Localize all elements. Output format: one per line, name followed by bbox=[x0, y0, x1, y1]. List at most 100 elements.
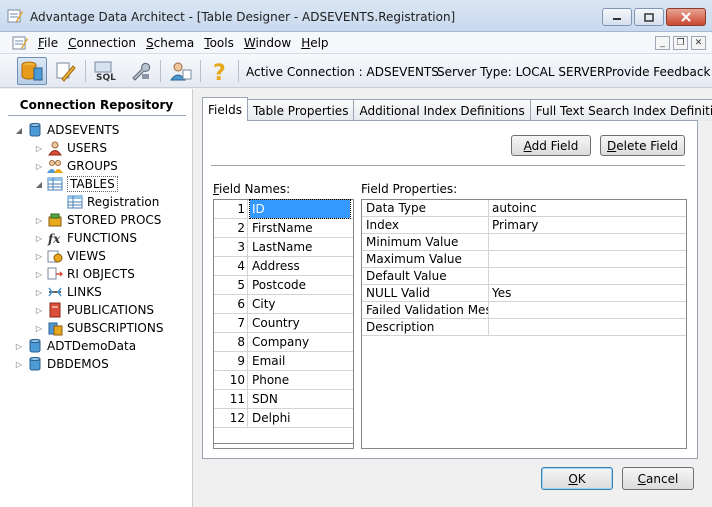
table-icon bbox=[47, 177, 63, 191]
tree-item[interactable]: ▷ LINKS bbox=[34, 283, 102, 301]
property-value[interactable] bbox=[490, 251, 686, 267]
field-name-cell[interactable]: Email bbox=[250, 352, 350, 370]
cancel-button[interactable]: Cancel bbox=[622, 467, 694, 490]
field-name-cell[interactable]: FirstName bbox=[250, 219, 350, 237]
field-name-row[interactable]: 12 Delphi bbox=[214, 409, 353, 428]
property-value[interactable] bbox=[490, 234, 686, 250]
field-name-cell[interactable]: ID bbox=[249, 199, 351, 219]
edit-button[interactable] bbox=[50, 57, 80, 85]
field-names-list[interactable]: 1 ID 2 FirstName 3 LastName 4 Address 5 Postcode 6… bbox=[213, 199, 354, 449]
tree-item[interactable]: ▷ VIEWS bbox=[34, 247, 106, 265]
add-field-button[interactable]: Add Field bbox=[511, 135, 591, 156]
collapsed-arrow-icon[interactable]: ▷ bbox=[34, 215, 44, 225]
tools-button[interactable] bbox=[125, 57, 155, 85]
tree-item[interactable]: ▷ DBDEMOS bbox=[14, 355, 109, 373]
tab-additional-index-definitions[interactable]: Additional Index Definitions bbox=[353, 99, 531, 121]
sql-button[interactable]: SQL bbox=[91, 57, 121, 85]
expanded-arrow-icon[interactable]: ◢ bbox=[34, 179, 44, 189]
ok-button[interactable]: OK bbox=[541, 467, 613, 490]
field-name-cell[interactable]: Phone bbox=[250, 371, 350, 389]
maximize-icon bbox=[644, 12, 654, 22]
field-name-row[interactable]: 8 Company bbox=[214, 333, 353, 352]
tab-table-properties[interactable]: Table Properties bbox=[246, 99, 355, 121]
tree-item[interactable]: ▷ USERS bbox=[34, 139, 107, 157]
property-name: Data Type bbox=[362, 200, 489, 216]
expanded-arrow-icon[interactable]: ◢ bbox=[14, 125, 24, 135]
field-names-label: Field Names: bbox=[213, 182, 291, 196]
provide-feedback-link[interactable]: Provide Feedback bbox=[605, 65, 710, 79]
field-name-row[interactable]: 3 LastName bbox=[214, 238, 353, 257]
tree-item[interactable]: Registration bbox=[54, 193, 159, 211]
maximize-button[interactable] bbox=[634, 8, 664, 26]
collapsed-arrow-icon[interactable]: ▷ bbox=[34, 305, 44, 315]
collapsed-arrow-icon[interactable]: ▷ bbox=[34, 143, 44, 153]
tree-item[interactable]: ▷ fx FUNCTIONS bbox=[34, 229, 137, 247]
field-name-row[interactable]: 7 Country bbox=[214, 314, 353, 333]
menu-window[interactable]: Window bbox=[244, 36, 291, 50]
minimize-button[interactable] bbox=[602, 8, 632, 26]
menu-connection[interactable]: Connection bbox=[68, 36, 136, 50]
tree-item[interactable]: ▷ RI OBJECTS bbox=[34, 265, 135, 283]
property-name: Description bbox=[362, 319, 489, 335]
property-value[interactable]: autoinc bbox=[490, 200, 686, 216]
field-name-row[interactable]: 10 Phone bbox=[214, 371, 353, 390]
property-name: Failed Validation Messa bbox=[362, 302, 489, 318]
database-icon bbox=[21, 61, 43, 81]
publication-icon bbox=[49, 302, 61, 318]
field-name-cell[interactable]: Company bbox=[250, 333, 350, 351]
field-name-row[interactable]: 1 ID bbox=[214, 199, 353, 219]
help-button[interactable]: ? bbox=[205, 57, 235, 85]
menu-schema[interactable]: Schema bbox=[146, 36, 194, 50]
field-name-cell[interactable]: Delphi bbox=[250, 409, 350, 427]
mdi-close-button[interactable]: ✕ bbox=[691, 36, 706, 50]
property-row: Index Primary bbox=[362, 217, 686, 234]
field-properties-grid[interactable]: Data Type autoinc Index Primary Minimum Valu… bbox=[361, 199, 687, 449]
tab-fields[interactable]: Fields bbox=[202, 97, 248, 121]
property-value[interactable] bbox=[490, 268, 686, 284]
pencil-icon bbox=[56, 62, 76, 82]
field-name-cell[interactable]: City bbox=[250, 295, 350, 313]
close-button[interactable] bbox=[666, 8, 706, 26]
collapsed-arrow-icon[interactable]: ▷ bbox=[34, 251, 44, 261]
tree-item[interactable]: ▷ ADTDemoData bbox=[14, 337, 136, 355]
field-name-cell[interactable]: Postcode bbox=[250, 276, 350, 294]
collapsed-arrow-icon[interactable]: ▷ bbox=[34, 233, 44, 243]
mdi-minimize-button[interactable]: _ bbox=[655, 36, 670, 50]
field-name-cell[interactable]: LastName bbox=[250, 238, 350, 256]
property-value[interactable]: Primary bbox=[490, 217, 686, 233]
menu-tools[interactable]: Tools bbox=[204, 36, 234, 50]
tree-item[interactable]: ▷ STORED PROCS bbox=[34, 211, 161, 229]
tree-item[interactable]: ▷ GROUPS bbox=[34, 157, 118, 175]
collapsed-arrow-icon[interactable]: ▷ bbox=[14, 359, 24, 369]
field-name-row[interactable]: 4 Address bbox=[214, 257, 353, 276]
field-name-row[interactable]: 9 Email bbox=[214, 352, 353, 371]
menu-file[interactable]: File bbox=[38, 36, 58, 50]
collapsed-arrow-icon[interactable]: ▷ bbox=[34, 161, 44, 171]
users-button[interactable] bbox=[166, 57, 196, 85]
field-name-cell[interactable]: Country bbox=[250, 314, 350, 332]
field-number: 4 bbox=[214, 257, 248, 275]
field-name-cell[interactable]: SDN bbox=[250, 390, 350, 408]
tab-full-text-search-index-definitions[interactable]: Full Text Search Index Definitions bbox=[529, 99, 712, 121]
field-name-cell[interactable]: Address bbox=[250, 257, 350, 275]
collapsed-arrow-icon[interactable]: ▷ bbox=[34, 323, 44, 333]
collapsed-arrow-icon[interactable]: ▷ bbox=[14, 341, 24, 351]
property-value[interactable] bbox=[490, 302, 686, 318]
svg-text:fx: fx bbox=[47, 232, 61, 246]
field-name-row[interactable]: 6 City bbox=[214, 295, 353, 314]
field-name-row[interactable]: 2 FirstName bbox=[214, 219, 353, 238]
delete-field-button[interactable]: Delete Field bbox=[600, 135, 685, 156]
tree-item[interactable]: ▷ PUBLICATIONS bbox=[34, 301, 154, 319]
tree-item[interactable]: ◢ ADSEVENTS bbox=[14, 121, 119, 139]
property-value[interactable]: Yes bbox=[490, 285, 686, 301]
field-name-row[interactable]: 5 Postcode bbox=[214, 276, 353, 295]
mdi-restore-button[interactable]: ❐ bbox=[673, 36, 688, 50]
collapsed-arrow-icon[interactable]: ▷ bbox=[34, 269, 44, 279]
tree-item[interactable]: ◢ TABLES bbox=[34, 175, 118, 193]
field-name-row[interactable]: 11 SDN bbox=[214, 390, 353, 409]
property-value[interactable] bbox=[490, 319, 686, 335]
menu-help[interactable]: Help bbox=[301, 36, 328, 50]
tree-item[interactable]: ▷ SUBSCRIPTIONS bbox=[34, 319, 163, 337]
connection-repository-button[interactable] bbox=[17, 57, 47, 85]
collapsed-arrow-icon[interactable]: ▷ bbox=[34, 287, 44, 297]
